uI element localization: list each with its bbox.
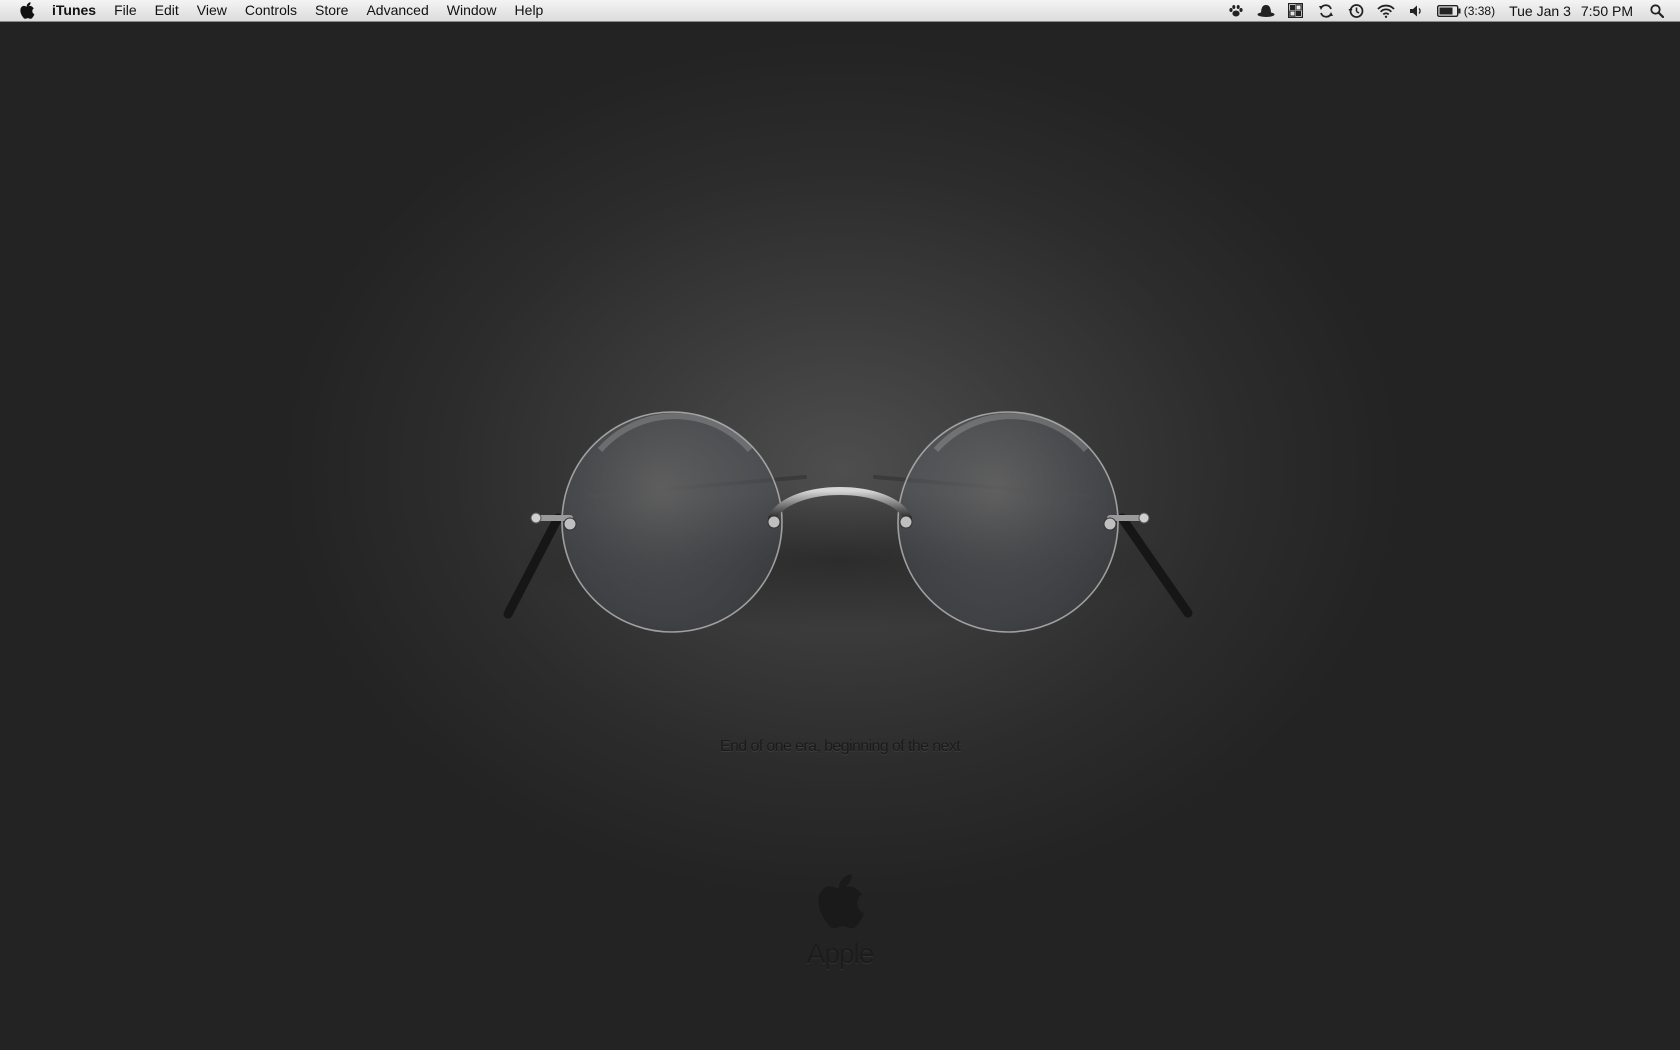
sync-icon[interactable] xyxy=(1316,0,1336,21)
menu-controls[interactable]: Controls xyxy=(236,0,306,21)
battery-time-remaining: (3:38) xyxy=(1463,3,1496,18)
volume-icon[interactable] xyxy=(1406,0,1426,21)
grid-icon[interactable] xyxy=(1286,0,1306,21)
apple-menu-icon[interactable] xyxy=(14,0,40,21)
menu-app-name[interactable]: iTunes xyxy=(40,0,105,21)
menu-window[interactable]: Window xyxy=(438,0,506,21)
menu-view[interactable]: View xyxy=(188,0,236,21)
desktop: iTunes File Edit View Controls Store Adv… xyxy=(0,0,1680,1050)
battery-status[interactable]: (3:38) xyxy=(1436,3,1496,18)
menu-bar-status-area: (3:38) Tue Jan 3 7:50 PM xyxy=(1221,0,1680,21)
clock-date[interactable]: Tue Jan 3 xyxy=(1509,3,1571,19)
wallpaper-tagline: End of one era, beginning of the next xyxy=(719,738,961,755)
wifi-icon[interactable] xyxy=(1376,0,1396,21)
spotlight-icon[interactable] xyxy=(1647,0,1667,21)
wallpaper-brand-name: Apple xyxy=(806,938,875,969)
menu-edit[interactable]: Edit xyxy=(146,0,188,21)
round-glasses-image xyxy=(503,411,1193,633)
clock-time[interactable]: 7:50 PM xyxy=(1581,3,1633,19)
menu-bar-left: iTunes File Edit View Controls Store Adv… xyxy=(0,0,552,21)
time-machine-icon[interactable] xyxy=(1346,0,1366,21)
menu-file[interactable]: File xyxy=(105,0,146,21)
menu-help[interactable]: Help xyxy=(506,0,553,21)
menu-bar: iTunes File Edit View Controls Store Adv… xyxy=(0,0,1680,22)
battery-icon xyxy=(1436,4,1461,17)
hat-icon[interactable] xyxy=(1256,0,1276,21)
menu-advanced[interactable]: Advanced xyxy=(357,0,437,21)
paw-icon[interactable] xyxy=(1226,0,1246,21)
apple-logo-icon xyxy=(818,874,865,929)
menu-store[interactable]: Store xyxy=(306,0,357,21)
